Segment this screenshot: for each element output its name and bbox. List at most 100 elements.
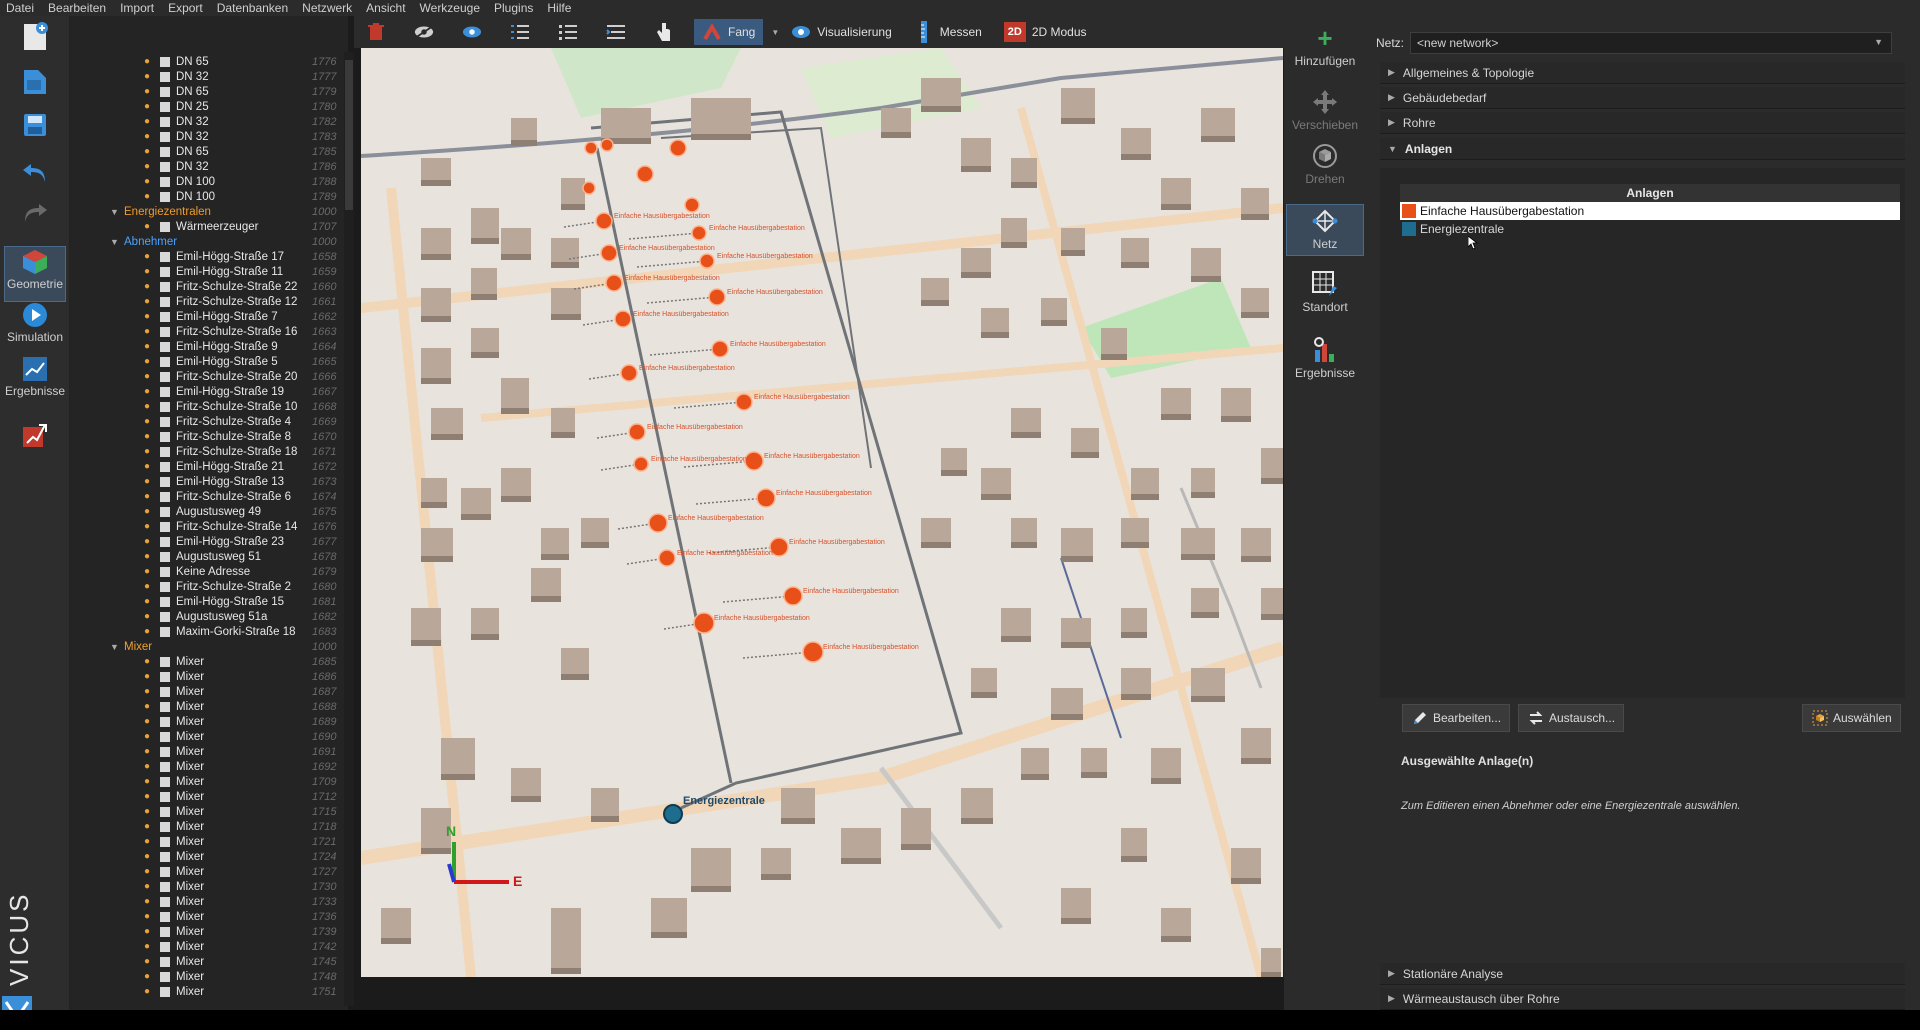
lightbulb-icon[interactable]: ● [144,86,154,97]
building[interactable] [1261,588,1283,620]
checkbox-icon[interactable] [160,131,170,142]
3d-viewport[interactable]: Einfache Hausübergabestation Einfache Hau… [361,48,1283,977]
checkbox-icon[interactable] [160,266,170,277]
tree-item[interactable]: ● Mixer 1688 [70,699,348,714]
tree-item[interactable]: ● Emil-Högg-Straße 15 1681 [70,594,348,609]
checkbox-icon[interactable] [160,446,170,457]
checkbox-icon[interactable] [160,311,170,322]
building[interactable] [561,648,589,680]
tree-item[interactable]: ● Mixer 1733 [70,894,348,909]
tree-item[interactable]: ● Mixer 1686 [70,669,348,684]
building[interactable] [501,228,531,260]
building[interactable] [551,408,575,438]
building[interactable] [1021,748,1049,780]
tree-scrollbar-thumb[interactable] [345,60,353,210]
building[interactable] [1061,228,1085,256]
tree-item[interactable]: ● Emil-Högg-Straße 13 1673 [70,474,348,489]
checkbox-icon[interactable] [160,821,170,832]
substation-node[interactable] [802,641,824,663]
substation-node[interactable] [582,181,596,195]
expand-arrow-icon[interactable]: ▼ [110,237,120,247]
tree-item[interactable]: ● DN 32 1782 [70,114,348,129]
section-allgemeines[interactable]: ▶ Allgemeines & Topologie [1380,62,1905,84]
building[interactable] [1201,108,1235,142]
building[interactable] [981,308,1009,338]
standort-button[interactable]: Standort [1286,268,1364,320]
tree-item[interactable]: ● Fritz-Schulze-Straße 16 1663 [70,324,348,339]
building[interactable] [961,248,991,278]
tree-item[interactable]: ● Wärmeerzeuger 1707 [70,219,348,234]
lightbulb-icon[interactable]: ● [144,341,154,352]
menu-import[interactable]: Import [120,0,154,16]
lightbulb-icon[interactable]: ● [144,266,154,277]
lightbulb-icon[interactable]: ● [144,311,154,322]
tree-item[interactable]: ● DN 32 1786 [70,159,348,174]
lightbulb-icon[interactable]: ● [144,326,154,337]
building[interactable] [921,278,949,306]
netz-button[interactable]: Netz [1286,204,1364,256]
checkbox-icon[interactable] [160,341,170,352]
checkbox-icon[interactable] [160,971,170,982]
lightbulb-icon[interactable]: ● [144,221,154,232]
checkbox-icon[interactable] [160,326,170,337]
lightbulb-icon[interactable]: ● [144,461,154,472]
building[interactable] [881,108,911,138]
hide-button[interactable] [406,19,448,45]
substation-node[interactable] [600,138,614,152]
tree-item[interactable]: ● Mixer 1691 [70,744,348,759]
building[interactable] [1121,128,1151,160]
lightbulb-icon[interactable]: ● [144,746,154,757]
building[interactable] [421,228,451,260]
building[interactable] [1261,448,1283,484]
lightbulb-icon[interactable]: ● [144,401,154,412]
building[interactable] [541,528,569,560]
energy-central-node[interactable] [663,804,683,824]
tree-item[interactable]: ● Mixer 1736 [70,909,348,924]
lightbulb-icon[interactable]: ● [144,416,154,427]
building[interactable] [761,848,791,880]
tree-item[interactable]: ● Fritz-Schulze-Straße 10 1668 [70,399,348,414]
checkbox-icon[interactable] [160,566,170,577]
checkbox-icon[interactable] [160,371,170,382]
lightbulb-icon[interactable]: ● [144,986,154,997]
checkbox-icon[interactable] [160,491,170,502]
lightbulb-icon[interactable]: ● [144,506,154,517]
network-scene[interactable]: Einfache HausübergabestationEinfache Hau… [361,48,1283,977]
building[interactable] [1241,288,1269,318]
show-button[interactable] [454,19,496,45]
lightbulb-icon[interactable]: ● [144,656,154,667]
expand-arrow-icon[interactable]: ▼ [110,207,120,217]
tree-item[interactable]: ● Fritz-Schulze-Straße 20 1666 [70,369,348,384]
building[interactable] [421,528,453,562]
checkbox-icon[interactable] [160,176,170,187]
building[interactable] [691,848,731,892]
lightbulb-icon[interactable]: ● [144,191,154,202]
tree-item[interactable]: ● Fritz-Schulze-Straße 8 1670 [70,429,348,444]
building[interactable] [941,448,967,476]
lightbulb-icon[interactable]: ● [144,926,154,937]
building[interactable] [1191,588,1219,618]
lightbulb-icon[interactable]: ● [144,431,154,442]
building[interactable] [1051,688,1083,720]
checkbox-icon[interactable] [160,776,170,787]
building[interactable] [591,788,619,822]
substation-node[interactable] [756,488,776,508]
lightbulb-icon[interactable]: ● [144,896,154,907]
lightbulb-icon[interactable]: ● [144,611,154,622]
drehen-button[interactable]: Drehen [1286,140,1364,190]
tree-group-abnehmer[interactable]: ▼ Abnehmer 1000 [70,234,348,249]
tree-item[interactable]: ● DN 32 1777 [70,69,348,84]
lightbulb-icon[interactable]: ● [144,731,154,742]
pick-button[interactable] [646,19,688,45]
tree-item[interactable]: ● Augustusweg 51a 1682 [70,609,348,624]
lightbulb-icon[interactable]: ● [144,761,154,772]
new-project-button[interactable] [4,22,66,52]
building[interactable] [921,78,961,112]
section-anlagen[interactable]: ▼ Anlagen [1380,138,1905,160]
substation-node[interactable] [658,549,676,567]
building[interactable] [1061,618,1091,648]
substation-node[interactable] [669,139,687,157]
substation-node[interactable] [693,612,715,634]
building[interactable] [1121,238,1149,268]
building[interactable] [421,158,451,186]
